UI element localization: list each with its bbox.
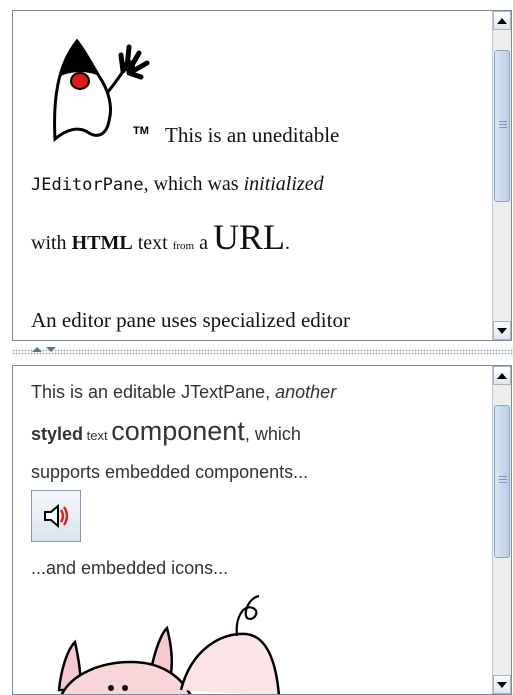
grip-line xyxy=(499,124,507,125)
text-span: , which was xyxy=(143,173,244,195)
editor-vertical-scrollbar[interactable] xyxy=(492,11,511,340)
arrow-up-icon xyxy=(497,372,507,379)
text-span: a xyxy=(194,232,213,254)
scroll-thumb[interactable] xyxy=(494,405,510,558)
trademark-label: TM xyxy=(133,125,149,137)
text-span: , which xyxy=(244,424,301,444)
italic-span: initialized xyxy=(243,173,324,195)
editor-line-3: with HTML text from a URL. xyxy=(31,216,290,258)
scroll-up-button[interactable] xyxy=(493,366,511,385)
text-pane-content[interactable]: This is an editable JTextPane, another s… xyxy=(13,366,492,694)
grip-line xyxy=(499,482,507,483)
expand-up-icon[interactable] xyxy=(32,347,42,352)
bold-span: HTML xyxy=(71,232,133,254)
bold-span: styled xyxy=(31,424,84,444)
arrow-down-icon xyxy=(497,681,507,688)
split-pane-divider[interactable] xyxy=(12,341,513,365)
textpane-line-1: This is an editable JTextPane, another xyxy=(31,382,336,403)
scroll-down-button[interactable] xyxy=(493,321,511,340)
arrow-up-icon xyxy=(497,17,507,24)
text-span: This is an editable JTextPane, xyxy=(31,382,276,402)
editor-pane-content[interactable]: TM This is an uneditable JEditorPane, wh… xyxy=(13,11,492,340)
large-span: URL xyxy=(212,217,285,257)
grip-line xyxy=(499,127,507,128)
text-span: . xyxy=(284,232,290,254)
grip-line xyxy=(499,121,507,122)
mono-span: JEditorPane xyxy=(31,175,144,195)
divider-grip xyxy=(12,349,513,355)
small-span: text xyxy=(83,428,112,443)
textpane-vertical-scrollbar[interactable] xyxy=(492,366,511,694)
speaker-icon xyxy=(44,503,69,529)
text-pane-scrollpane[interactable]: This is an editable JTextPane, another s… xyxy=(12,365,512,695)
arrow-down-icon xyxy=(497,327,507,334)
scroll-down-button[interactable] xyxy=(493,675,511,694)
textpane-line-3: supports embedded components... xyxy=(31,462,309,482)
large-span: component xyxy=(111,416,245,446)
pig-icon xyxy=(57,594,281,694)
text-span: with xyxy=(31,232,72,254)
sound-button[interactable] xyxy=(31,490,81,542)
textpane-line-4: ...and embedded icons... xyxy=(31,558,229,578)
editor-line-2: JEditorPane, which was initialized xyxy=(31,171,324,196)
italic-span: another xyxy=(275,382,337,402)
small-span: from xyxy=(172,240,195,252)
editor-line-1: This is an uneditable xyxy=(165,123,340,147)
scroll-up-button[interactable] xyxy=(493,11,511,30)
scroll-thumb[interactable] xyxy=(494,50,510,202)
grip-line xyxy=(499,476,507,477)
textpane-line-2: styled text component, which xyxy=(31,416,301,447)
editor-line-4: An editor pane uses specialized editor xyxy=(31,308,350,332)
expand-down-icon[interactable] xyxy=(46,347,56,352)
editor-pane-scrollpane[interactable]: TM This is an uneditable JEditorPane, wh… xyxy=(12,10,512,341)
grip-line xyxy=(499,479,507,480)
text-span: text xyxy=(132,232,173,254)
